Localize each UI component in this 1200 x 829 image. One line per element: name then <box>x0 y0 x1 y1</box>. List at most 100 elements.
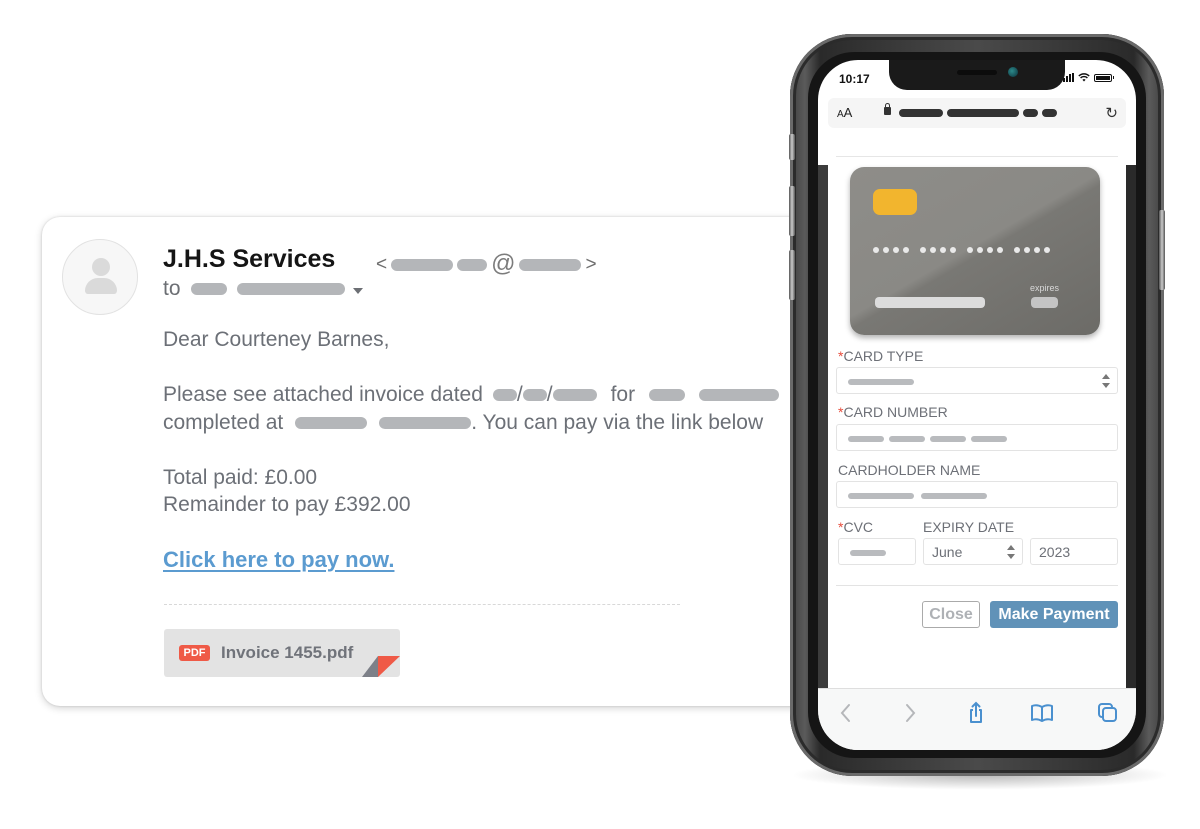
close-button[interactable]: Close <box>922 601 980 628</box>
sender-avatar <box>62 239 138 315</box>
pay-now-link[interactable]: Click here to pay now. <box>163 547 394 573</box>
share-button[interactable] <box>962 701 990 725</box>
redacted-service <box>649 389 686 401</box>
redacted-digits <box>889 436 925 442</box>
email-body-line-1: Please see attached invoice dated / / fo… <box>163 381 780 409</box>
cvc-label: *CVC <box>838 519 874 535</box>
bookmarks-icon <box>1031 704 1053 722</box>
redacted-service <box>699 389 780 401</box>
date-separator: / <box>546 383 553 406</box>
credit-card-preview: expires <box>850 167 1100 335</box>
recipient-details-chevron-down-icon[interactable] <box>352 288 363 294</box>
redacted-card-type <box>848 379 914 385</box>
form-divider <box>836 585 1118 586</box>
card-type-select[interactable] <box>836 367 1118 394</box>
redacted-date-month <box>522 389 547 401</box>
redacted-digits <box>971 436 1007 442</box>
expiry-date-label: EXPIRY DATE <box>923 519 1015 535</box>
wifi-icon <box>1078 73 1090 82</box>
phone-frame: 10:17 AA ↻ expires *CARD TYPE *CARD NUMB… <box>789 34 1165 776</box>
email-greeting: Dear Courteney Barnes, <box>163 328 390 351</box>
redacted-url <box>899 109 1057 117</box>
body-text: . You can pay via the link below <box>471 411 764 434</box>
address-close-bracket: > <box>585 254 597 275</box>
remainder-to-pay: Remainder to pay £392.00 <box>163 493 411 516</box>
expiry-month-value: June <box>932 544 963 560</box>
back-icon <box>840 704 850 722</box>
forward-icon <box>906 704 916 722</box>
body-text: completed at <box>163 411 284 434</box>
card-number-input[interactable] <box>836 424 1118 451</box>
avatar-person-icon <box>92 258 110 276</box>
volume-down-button <box>789 250 795 300</box>
cardholder-name-input[interactable] <box>836 481 1118 508</box>
reload-icon[interactable]: ↻ <box>1105 104 1118 122</box>
card-holder-placeholder <box>875 297 985 308</box>
card-expires-label: expires <box>1030 283 1060 293</box>
redacted-digits <box>848 436 884 442</box>
share-icon <box>970 701 982 723</box>
to-label: to <box>163 277 181 300</box>
power-button <box>1159 210 1165 290</box>
total-paid: Total paid: £0.00 <box>163 466 318 489</box>
select-arrows-icon <box>1007 545 1016 559</box>
redacted-date-year <box>552 389 597 401</box>
select-arrows-icon <box>1102 374 1111 388</box>
lock-icon <box>884 103 891 115</box>
tabs-button[interactable] <box>1094 701 1122 725</box>
body-text: for <box>610 383 636 406</box>
card-type-label: *CARD TYPE <box>838 348 924 364</box>
pdf-attachment[interactable]: PDF Invoice 1455.pdf <box>164 629 400 677</box>
redacted-address-part <box>457 259 488 271</box>
front-camera <box>1008 67 1018 77</box>
date-separator: / <box>516 383 523 406</box>
email-message-card: J.H.S Services < @ > to Dear Courteney B… <box>42 217 862 706</box>
card-number-label: *CARD NUMBER <box>838 404 948 420</box>
card-number-dots <box>873 247 1050 253</box>
bookmarks-button[interactable] <box>1028 701 1056 725</box>
body-text: Please see attached invoice dated <box>163 383 483 406</box>
card-chip-icon <box>873 189 917 215</box>
sender-name: J.H.S Services <box>163 245 336 273</box>
screen-edge <box>1126 165 1136 725</box>
forward-button[interactable] <box>896 701 924 725</box>
redacted-address-domain <box>519 259 582 271</box>
battery-icon <box>1094 73 1114 82</box>
browser-address-bar[interactable]: AA ↻ <box>828 98 1126 128</box>
address-at-sign: @ <box>491 250 516 277</box>
sender-address: < @ > <box>376 250 597 280</box>
avatar-person-body <box>85 278 117 294</box>
redacted-address-part <box>391 259 454 271</box>
redacted-location <box>379 417 472 429</box>
redacted-cvc <box>850 550 886 556</box>
redacted-recipient-part <box>190 283 227 295</box>
phone-notch <box>889 60 1065 90</box>
expiry-year-input[interactable]: 2023 <box>1030 538 1118 565</box>
status-icons <box>1063 73 1114 82</box>
expiry-month-select[interactable]: June <box>923 538 1023 565</box>
text-size-button[interactable]: AA <box>837 105 852 120</box>
content-divider <box>836 156 1118 157</box>
address-open-bracket: < <box>376 254 388 275</box>
cellular-signal-icon <box>1063 73 1074 82</box>
cvc-input[interactable] <box>838 538 916 565</box>
page-fold-icon <box>362 656 400 677</box>
volume-up-button <box>789 186 795 236</box>
browser-toolbar <box>818 688 1136 750</box>
redacted-first-name <box>848 493 914 499</box>
redacted-recipient-part <box>236 283 345 295</box>
attachment-filename: Invoice 1455.pdf <box>221 643 354 662</box>
recipient-line: to <box>163 277 363 301</box>
redacted-location <box>295 417 368 429</box>
redacted-digits <box>930 436 966 442</box>
back-button[interactable] <box>832 701 860 725</box>
cardholder-name-label: CARDHOLDER NAME <box>838 462 981 478</box>
pdf-icon: PDF <box>179 645 210 661</box>
email-body-line-2: completed at . You can pay via the link … <box>163 409 763 437</box>
make-payment-button[interactable]: Make Payment <box>990 601 1118 628</box>
tabs-icon <box>1098 703 1117 722</box>
attachment-divider <box>164 604 680 605</box>
redacted-date-day <box>492 389 517 401</box>
screen-edge <box>818 165 828 725</box>
card-expiry-placeholder <box>1031 297 1058 308</box>
